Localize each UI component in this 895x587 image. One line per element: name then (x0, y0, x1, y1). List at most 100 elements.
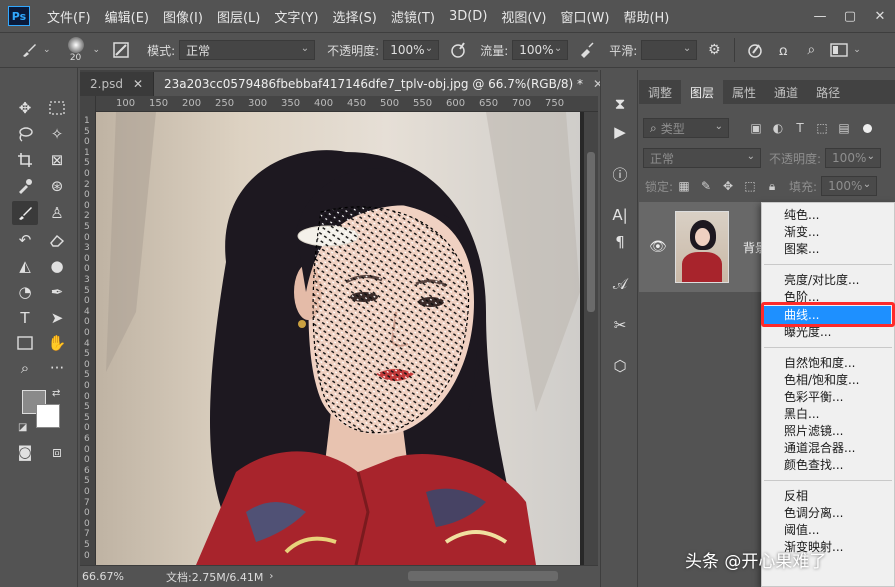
menu-select[interactable]: 选择(S) (325, 7, 383, 26)
mode-select[interactable]: 正常 ⌄ (179, 40, 316, 60)
eyedropper-tool-icon[interactable] (12, 174, 38, 198)
tool-presets-icon[interactable]: ✂ (608, 313, 632, 337)
shape-filter-icon[interactable]: ⬚ (813, 119, 831, 137)
chevron-down-icon[interactable]: ⌄ (93, 45, 101, 55)
default-colors-icon[interactable]: ◪ (18, 422, 27, 433)
menu-item-posterize[interactable]: 色调分离... (784, 505, 843, 522)
eye-visibility-icon[interactable]: 👁︎ (649, 239, 667, 255)
lock-transparency-icon[interactable]: ▦ (675, 177, 693, 195)
info-panel-icon[interactable]: ⓘ (608, 162, 632, 186)
smart-object-filter-icon[interactable]: ▤ (835, 119, 853, 137)
opacity-input[interactable]: 100% ⌄ (383, 40, 440, 60)
lock-pixels-icon[interactable]: ✎ (697, 177, 715, 195)
smoothing-input[interactable]: ⌄ (641, 40, 698, 60)
fill-input[interactable]: 100% ⌄ (821, 176, 878, 196)
frame-tool-icon[interactable]: ⊠ (44, 148, 70, 172)
tab-active-document[interactable]: 23a203cc0579486fbebbaf417146dfe7_tplv-ob… (154, 72, 615, 96)
menu-edit[interactable]: 编辑(E) (98, 7, 156, 26)
menu-type[interactable]: 文字(Y) (267, 7, 325, 26)
menu-item-threshold[interactable]: 阈值... (784, 522, 819, 539)
tab-layers[interactable]: 图层 (681, 80, 724, 104)
layer-opacity-input[interactable]: 100% ⌄ (825, 148, 882, 168)
menu-image[interactable]: 图像(I) (156, 7, 210, 26)
vertical-scrollbar[interactable] (584, 112, 598, 565)
gradient-tool-icon[interactable]: ◭ (12, 254, 38, 278)
marquee-tool-icon[interactable] (44, 96, 70, 120)
menu-item-gradient[interactable]: 渐变... (784, 224, 819, 241)
swap-colors-icon[interactable]: ⇄ (52, 388, 60, 399)
path-selection-tool-icon[interactable]: ➤ (44, 306, 70, 330)
menu-item-hue-saturation[interactable]: 色相/饱和度... (784, 372, 860, 389)
paragraph-panel-icon[interactable]: ¶ (608, 230, 632, 254)
glyphs-panel-icon[interactable]: 𝒜 (608, 272, 632, 296)
horizontal-scrollbar[interactable] (408, 571, 558, 581)
menu-item-photo-filter[interactable]: 照片滤镜... (784, 423, 843, 440)
crop-tool-icon[interactable] (12, 148, 38, 172)
close-icon[interactable]: ✕ (133, 77, 143, 91)
menu-item-vibrance[interactable]: 自然饱和度... (784, 355, 855, 372)
eraser-tool-icon[interactable] (44, 228, 70, 252)
menu-filter[interactable]: 滤镜(T) (384, 7, 442, 26)
document-image[interactable] (96, 112, 580, 565)
kind-filter-select[interactable]: ⌕ 类型 ⌄ (643, 118, 729, 138)
spot-healing-tool-icon[interactable]: ⊛ (44, 174, 70, 198)
filter-toggle[interactable] (863, 123, 872, 133)
tab-2-psd[interactable]: 2.psd ✕ (80, 72, 154, 96)
image-filter-icon[interactable]: ▣ (747, 119, 765, 137)
search-icon[interactable]: ⌕ (800, 39, 822, 61)
pen-tool-icon[interactable]: ✒ (44, 280, 70, 304)
3d-panel-icon[interactable]: ⬡ (608, 354, 632, 378)
menu-item-invert[interactable]: 反相 (784, 488, 808, 505)
flow-input[interactable]: 100% ⌄ (512, 40, 569, 60)
lock-artboard-icon[interactable]: ⬚ (741, 177, 759, 195)
lock-position-icon[interactable]: ✥ (719, 177, 737, 195)
tab-channels[interactable]: 通道 (765, 80, 807, 104)
menu-3d[interactable]: 3D(D) (442, 9, 494, 24)
chevron-right-icon[interactable]: › (269, 571, 273, 582)
background-color-swatch[interactable] (36, 404, 60, 428)
menu-item-pattern[interactable]: 图案... (784, 241, 819, 258)
more-tools-icon[interactable]: ··· (44, 356, 70, 380)
tab-properties[interactable]: 属性 (723, 80, 765, 104)
close-window-button[interactable]: ✕ (865, 1, 895, 31)
character-panel-icon[interactable]: A| (608, 203, 632, 227)
menu-item-brightness-contrast[interactable]: 亮度/对比度... (784, 272, 860, 289)
move-tool-icon[interactable]: ✥ (12, 96, 38, 120)
menu-item-channel-mixer[interactable]: 通道混合器... (784, 440, 855, 457)
blur-tool-icon[interactable]: ● (44, 254, 70, 278)
hand-tool-icon[interactable]: ✋ (44, 331, 70, 355)
history-panel-icon[interactable]: ⧗ (608, 92, 632, 116)
screen-mode-icon[interactable]: ⧈ (44, 440, 70, 464)
symmetry-icon[interactable]: ꭥ (772, 39, 794, 61)
clone-stamp-tool-icon[interactable]: ♙ (44, 201, 70, 225)
brush-preset-picker[interactable]: 20 (61, 33, 91, 67)
quick-mask-icon[interactable]: ◙ (12, 440, 38, 464)
brush-tool-icon[interactable] (18, 39, 40, 61)
magic-wand-tool-icon[interactable]: ✧ (44, 122, 70, 146)
actions-panel-icon[interactable]: ▶ (608, 120, 632, 144)
menu-item-black-white[interactable]: 黑白... (784, 406, 819, 423)
airbrush-icon[interactable] (576, 39, 598, 61)
menu-file[interactable]: 文件(F) (40, 7, 98, 26)
menu-window[interactable]: 窗口(W) (553, 7, 616, 26)
lock-all-icon[interactable]: 🔒︎ (763, 177, 781, 195)
history-brush-tool-icon[interactable]: ↶ (12, 228, 38, 252)
scroll-thumb[interactable] (587, 152, 595, 312)
type-tool-icon[interactable]: T (12, 306, 38, 330)
brush-settings-icon[interactable] (110, 39, 132, 61)
canvas-area[interactable] (96, 112, 584, 565)
pressure-opacity-icon[interactable] (447, 39, 469, 61)
minimize-button[interactable]: — (805, 1, 835, 31)
menu-item-color-balance[interactable]: 色彩平衡... (784, 389, 843, 406)
type-filter-icon[interactable]: T (791, 119, 809, 137)
lasso-tool-icon[interactable] (12, 122, 38, 146)
chevron-down-icon[interactable]: ⌄ (853, 45, 861, 55)
zoom-level[interactable]: 66.67% (82, 570, 152, 583)
menu-item-color-lookup[interactable]: 颜色查找... (784, 457, 843, 474)
menu-view[interactable]: 视图(V) (494, 7, 553, 26)
brush-tool-icon[interactable] (12, 201, 38, 225)
menu-layer[interactable]: 图层(L) (210, 7, 267, 26)
tab-paths[interactable]: 路径 (807, 80, 849, 104)
rectangle-tool-icon[interactable] (12, 331, 38, 355)
workspace-icon[interactable] (828, 39, 850, 61)
